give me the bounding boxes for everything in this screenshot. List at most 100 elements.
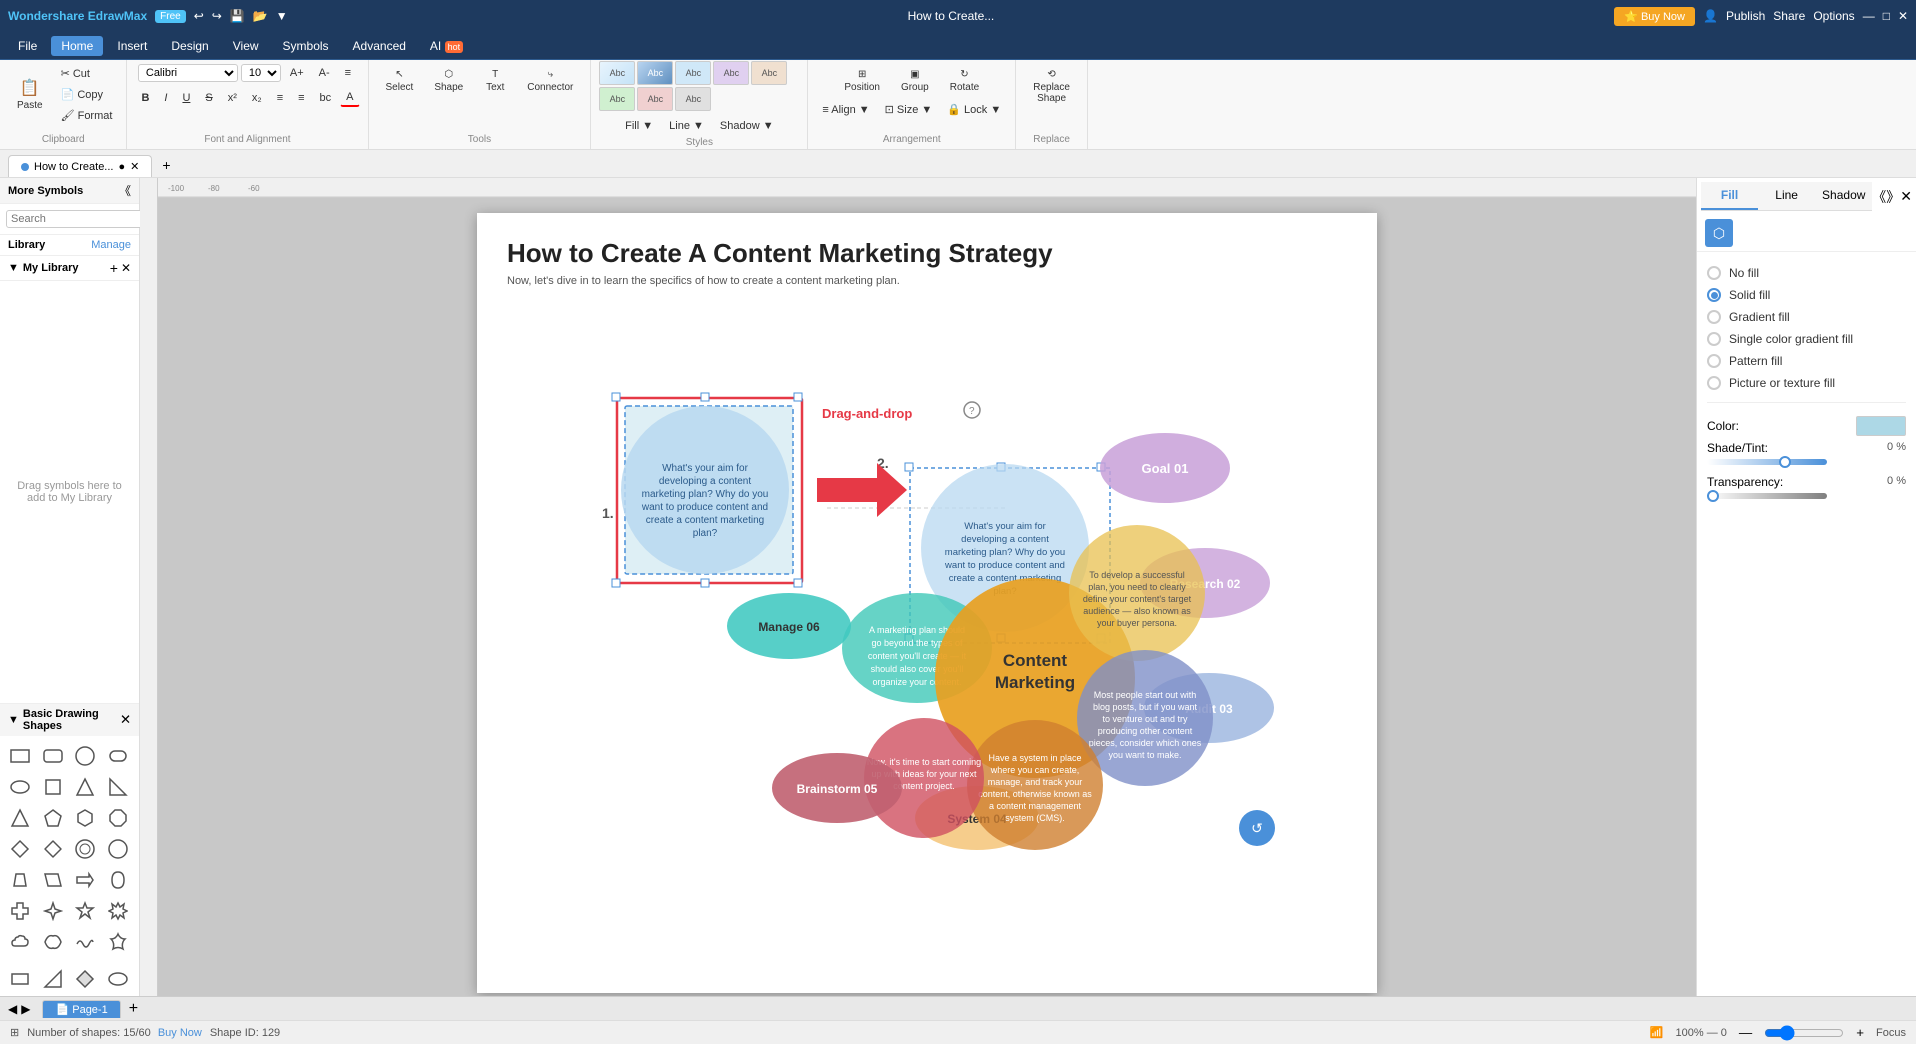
options-button[interactable]: Options bbox=[1813, 9, 1854, 23]
color-swatch[interactable] bbox=[1856, 416, 1906, 436]
canvas[interactable]: How to Create A Content Marketing Strate… bbox=[158, 198, 1696, 996]
undo-icon[interactable]: ↩ bbox=[194, 9, 204, 23]
shape-rounded-diamond[interactable] bbox=[39, 835, 67, 863]
shape-triangle[interactable] bbox=[71, 773, 99, 801]
zoom-in-button[interactable]: + bbox=[1856, 1025, 1864, 1040]
tab-fill[interactable]: Fill bbox=[1701, 182, 1758, 210]
manage-button[interactable]: Manage bbox=[91, 239, 131, 251]
fill-option-solid[interactable]: Solid fill bbox=[1707, 284, 1906, 306]
rotate-button[interactable]: ↻ Rotate bbox=[941, 64, 988, 98]
cut-button[interactable]: ✂ Cut bbox=[55, 64, 119, 83]
style-swatch-4[interactable]: Abc bbox=[713, 61, 749, 85]
paste-button[interactable]: 📋 Paste bbox=[8, 73, 52, 116]
shape-rectangle[interactable] bbox=[6, 742, 34, 770]
shape-right-triangle[interactable] bbox=[104, 773, 132, 801]
fill-dropdown[interactable]: Fill ▼ bbox=[619, 117, 659, 135]
menu-design[interactable]: Design bbox=[161, 36, 218, 56]
shape-triangle2[interactable] bbox=[6, 804, 34, 832]
replace-shape-button[interactable]: ⟲ ReplaceShape bbox=[1024, 64, 1079, 109]
transparency-thumb[interactable] bbox=[1707, 490, 1719, 502]
shape-misc3[interactable] bbox=[71, 965, 99, 993]
fill-option-picture[interactable]: Picture or texture fill bbox=[1707, 372, 1906, 394]
more-icon[interactable]: ▼ bbox=[276, 9, 288, 23]
shape-octagon[interactable] bbox=[104, 804, 132, 832]
format-painter-button[interactable]: 🖌 Format bbox=[55, 106, 119, 125]
open-icon[interactable]: 📂 bbox=[253, 9, 268, 23]
close-shapes-button[interactable]: ✕ bbox=[120, 712, 131, 728]
shade-slider[interactable] bbox=[1707, 459, 1827, 465]
shape-concentric-circle[interactable] bbox=[71, 835, 99, 863]
line-dropdown[interactable]: Line ▼ bbox=[663, 117, 710, 135]
italic-button[interactable]: I bbox=[158, 89, 173, 107]
font-grow-button[interactable]: A+ bbox=[284, 64, 310, 82]
shadow-dropdown[interactable]: Shadow ▼ bbox=[714, 117, 780, 135]
shape-rounded-rect2[interactable] bbox=[104, 742, 132, 770]
shape-rounded-star[interactable] bbox=[104, 928, 132, 956]
font-size-select[interactable]: 10 12 14 bbox=[241, 64, 281, 82]
font-highlight-button[interactable]: bc bbox=[314, 89, 338, 107]
style-swatch-2[interactable]: Abc bbox=[637, 61, 673, 85]
add-tab-button[interactable]: + bbox=[154, 153, 178, 177]
font-color-button[interactable]: A bbox=[340, 88, 359, 107]
close-library-button[interactable]: ✕ bbox=[121, 260, 131, 276]
next-page-button[interactable]: ▶ bbox=[21, 1002, 30, 1016]
select-button[interactable]: ↖ Select bbox=[377, 64, 423, 98]
shape-ellipse[interactable] bbox=[6, 773, 34, 801]
style-swatch-8[interactable]: Abc bbox=[675, 87, 711, 111]
prev-page-button[interactable]: ◀ bbox=[8, 1002, 17, 1016]
shape-star4[interactable] bbox=[39, 897, 67, 925]
buy-now-button[interactable]: ⭐ Buy Now bbox=[1614, 7, 1695, 26]
shape-right-arrow[interactable] bbox=[71, 866, 99, 894]
copy-button[interactable]: 📄 Copy bbox=[55, 85, 119, 104]
bullet-button[interactable]: ≡ bbox=[271, 89, 289, 107]
shape-trapezoid[interactable] bbox=[6, 866, 34, 894]
text-button[interactable]: T Text bbox=[475, 64, 515, 98]
shade-thumb[interactable] bbox=[1779, 456, 1791, 468]
shape-cloud[interactable] bbox=[6, 928, 34, 956]
focus-button[interactable]: Focus bbox=[1876, 1027, 1906, 1039]
save-icon[interactable]: 💾 bbox=[230, 9, 245, 23]
menu-symbols[interactable]: Symbols bbox=[273, 36, 339, 56]
publish-button[interactable]: Publish bbox=[1726, 9, 1765, 23]
fill-option-pattern[interactable]: Pattern fill bbox=[1707, 350, 1906, 372]
grid-toggle[interactable]: ⊞ bbox=[10, 1026, 19, 1039]
shape-rounded-rect[interactable] bbox=[39, 742, 67, 770]
zoom-out-button[interactable]: — bbox=[1739, 1025, 1752, 1040]
shape-square[interactable] bbox=[39, 773, 67, 801]
canvas-area[interactable]: -100 -80 -60 How to Create A Content Mar… bbox=[158, 178, 1696, 996]
fill-option-gradient[interactable]: Gradient fill bbox=[1707, 306, 1906, 328]
add-page-button[interactable]: + bbox=[129, 1000, 138, 1018]
style-swatch-1[interactable]: Abc bbox=[599, 61, 635, 85]
tab-close-icon[interactable]: ✕ bbox=[130, 160, 139, 173]
underline-button[interactable]: U bbox=[176, 89, 196, 107]
superscript-button[interactable]: x² bbox=[222, 89, 243, 107]
size-button[interactable]: ⊡ Size ▼ bbox=[879, 100, 939, 119]
search-input[interactable] bbox=[6, 210, 158, 228]
shape-star5[interactable] bbox=[71, 897, 99, 925]
shape-rounded-shape[interactable] bbox=[104, 866, 132, 894]
shape-circle[interactable] bbox=[71, 742, 99, 770]
shape-diamond[interactable] bbox=[6, 835, 34, 863]
minimize-button[interactable]: — bbox=[1863, 9, 1875, 23]
text-align-button[interactable]: ≡ bbox=[339, 64, 357, 82]
shape-misc1[interactable] bbox=[6, 965, 34, 993]
tab-shadow[interactable]: Shadow bbox=[1815, 182, 1872, 210]
style-swatch-6[interactable]: Abc bbox=[599, 87, 635, 111]
shape-circle2[interactable] bbox=[104, 835, 132, 863]
fill-option-none[interactable]: No fill bbox=[1707, 262, 1906, 284]
menu-view[interactable]: View bbox=[223, 36, 269, 56]
bold-button[interactable]: B bbox=[135, 89, 155, 107]
font-family-select[interactable]: Calibri bbox=[138, 64, 238, 82]
shape-pentagon[interactable] bbox=[39, 804, 67, 832]
numbering-button[interactable]: ≡ bbox=[292, 89, 310, 107]
subscript-button[interactable]: x₂ bbox=[246, 89, 268, 107]
redo-icon[interactable]: ↪ bbox=[212, 9, 222, 23]
expand-right-button[interactable]: 《》 bbox=[1872, 187, 1900, 207]
lock-button[interactable]: 🔒 Lock ▼ bbox=[941, 100, 1007, 119]
shape-button[interactable]: ⬡ Shape bbox=[425, 64, 472, 98]
strikethrough-button[interactable]: S bbox=[199, 89, 218, 107]
transparency-slider[interactable] bbox=[1707, 493, 1827, 499]
tab-line[interactable]: Line bbox=[1758, 182, 1815, 210]
shape-cross[interactable] bbox=[6, 897, 34, 925]
zoom-slider[interactable] bbox=[1764, 1025, 1844, 1041]
